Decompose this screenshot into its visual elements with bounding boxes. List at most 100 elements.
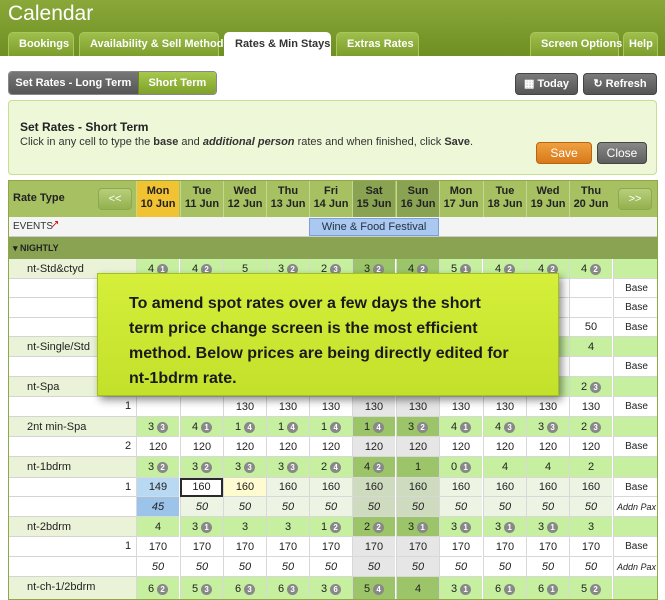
rate-cell[interactable]: 45: [136, 497, 179, 517]
row-label[interactable]: 2nt min-Spa: [27, 421, 86, 433]
rate-cell[interactable]: 14: [223, 417, 266, 437]
rate-cell[interactable]: [180, 397, 223, 417]
rate-cell[interactable]: 170: [266, 537, 309, 557]
tab-rates[interactable]: Rates & Min Stays: [224, 32, 331, 56]
rate-cell[interactable]: 01: [439, 457, 482, 478]
rate-cell[interactable]: 160: [180, 478, 223, 497]
rate-cell[interactable]: 32: [396, 417, 439, 437]
rate-cell[interactable]: 31: [396, 517, 439, 537]
row-label[interactable]: nt-Spa: [27, 381, 59, 393]
rate-cell[interactable]: 160: [309, 478, 352, 497]
tab-screen-options[interactable]: Screen Options: [530, 32, 622, 56]
rate-cell[interactable]: 170: [352, 537, 395, 557]
rate-cell[interactable]: 160: [223, 478, 266, 497]
rate-cell[interactable]: 170: [439, 537, 482, 557]
rate-cell[interactable]: 33: [526, 417, 569, 437]
rate-cell[interactable]: 149: [136, 478, 179, 497]
rate-cell[interactable]: 160: [396, 478, 439, 497]
day-header[interactable]: Wed 12 Jun: [223, 181, 266, 217]
rate-cell[interactable]: 31: [180, 517, 223, 537]
rate-cell[interactable]: 50: [439, 557, 482, 577]
rate-cell[interactable]: 50: [352, 497, 395, 517]
row-label[interactable]: nt-Std&ctyd: [27, 263, 84, 275]
rate-cell[interactable]: 50: [483, 557, 526, 577]
rate-cell[interactable]: 14: [352, 417, 395, 437]
day-header[interactable]: Fri 14 Jun: [309, 181, 352, 217]
tab-help[interactable]: Help: [623, 32, 658, 56]
rate-cell[interactable]: 160: [439, 478, 482, 497]
rate-cell[interactable]: 130: [309, 397, 352, 417]
rate-cell[interactable]: 120: [396, 437, 439, 457]
rate-cell[interactable]: 50: [569, 318, 612, 337]
rate-cell[interactable]: 12: [309, 517, 352, 537]
rate-cell[interactable]: 50: [223, 557, 266, 577]
rate-cell[interactable]: 120: [352, 437, 395, 457]
rate-cell[interactable]: 14: [309, 417, 352, 437]
rate-cell[interactable]: 4: [569, 337, 612, 357]
rate-cell[interactable]: 3: [223, 517, 266, 537]
rate-cell[interactable]: 50: [180, 557, 223, 577]
rate-cell[interactable]: 4: [483, 457, 526, 478]
rate-cell[interactable]: 61: [526, 577, 569, 599]
rate-cell[interactable]: 3: [569, 517, 612, 537]
rate-cell[interactable]: 54: [352, 577, 395, 599]
rate-cell[interactable]: [569, 279, 612, 298]
external-link-icon[interactable]: ↗: [51, 219, 59, 230]
row-label[interactable]: nt-2bdrm: [27, 521, 71, 533]
rate-cell[interactable]: 52: [569, 577, 612, 599]
rate-cell[interactable]: 2: [569, 457, 612, 478]
rate-cell[interactable]: 130: [483, 397, 526, 417]
rate-cell[interactable]: 1: [396, 457, 439, 478]
day-header[interactable]: Sat 15 Jun: [352, 181, 395, 217]
day-header[interactable]: Tue 18 Jun: [483, 181, 526, 217]
close-button[interactable]: Close: [597, 142, 647, 164]
rate-cell[interactable]: 23: [569, 377, 612, 397]
rate-cell[interactable]: 130: [526, 397, 569, 417]
rate-cell[interactable]: 160: [569, 478, 612, 497]
rate-cell[interactable]: 170: [396, 537, 439, 557]
short-term-button[interactable]: Short Term: [137, 72, 216, 94]
rate-cell[interactable]: 130: [439, 397, 482, 417]
rate-cell[interactable]: 120: [266, 437, 309, 457]
rate-cell[interactable]: 120: [483, 437, 526, 457]
rate-cell[interactable]: 50: [569, 557, 612, 577]
rate-cell[interactable]: 120: [223, 437, 266, 457]
tab-extras-rates[interactable]: Extras Rates: [336, 32, 419, 56]
rate-cell[interactable]: 160: [526, 478, 569, 497]
rate-cell[interactable]: 32: [180, 457, 223, 478]
rate-cell[interactable]: 31: [439, 517, 482, 537]
rate-cell[interactable]: 50: [309, 497, 352, 517]
day-header[interactable]: Mon 10 Jun: [136, 181, 179, 217]
rate-cell[interactable]: 41: [439, 417, 482, 437]
rate-cell[interactable]: [569, 298, 612, 318]
rate-cell[interactable]: 14: [266, 417, 309, 437]
rate-cell[interactable]: 170: [223, 537, 266, 557]
rate-cell[interactable]: 120: [180, 437, 223, 457]
rate-cell[interactable]: 170: [309, 537, 352, 557]
event-banner[interactable]: Wine & Food Festival: [309, 218, 439, 236]
rate-cell[interactable]: 31: [483, 517, 526, 537]
rate-cell[interactable]: 50: [396, 497, 439, 517]
rate-cell[interactable]: 4: [396, 577, 439, 599]
row-label[interactable]: nt-ch-1/2bdrm: [27, 581, 95, 593]
rate-cell[interactable]: 36: [309, 577, 352, 599]
rate-cell[interactable]: 50: [483, 497, 526, 517]
rate-cell[interactable]: 120: [136, 437, 179, 457]
row-label[interactable]: nt-1bdrm: [27, 461, 71, 473]
rate-cell[interactable]: 130: [352, 397, 395, 417]
rate-cell[interactable]: 24: [309, 457, 352, 478]
tab-availability[interactable]: Availability & Sell Method: [79, 32, 223, 56]
rate-cell[interactable]: 50: [266, 557, 309, 577]
row-label[interactable]: nt-Single/Std: [27, 341, 90, 353]
rate-cell[interactable]: 32: [136, 457, 179, 478]
rate-cell[interactable]: 31: [526, 517, 569, 537]
rate-cell[interactable]: 22: [352, 517, 395, 537]
rate-cell[interactable]: 50: [266, 497, 309, 517]
long-term-button[interactable]: Set Rates - Long Term: [9, 72, 138, 94]
rate-cell[interactable]: 62: [136, 577, 179, 599]
rate-cell[interactable]: 130: [223, 397, 266, 417]
rate-cell[interactable]: [569, 357, 612, 377]
day-header[interactable]: Sun 16 Jun: [396, 181, 439, 217]
day-header[interactable]: Thu 20 Jun: [569, 181, 612, 217]
day-header[interactable]: Thu 13 Jun: [266, 181, 309, 217]
